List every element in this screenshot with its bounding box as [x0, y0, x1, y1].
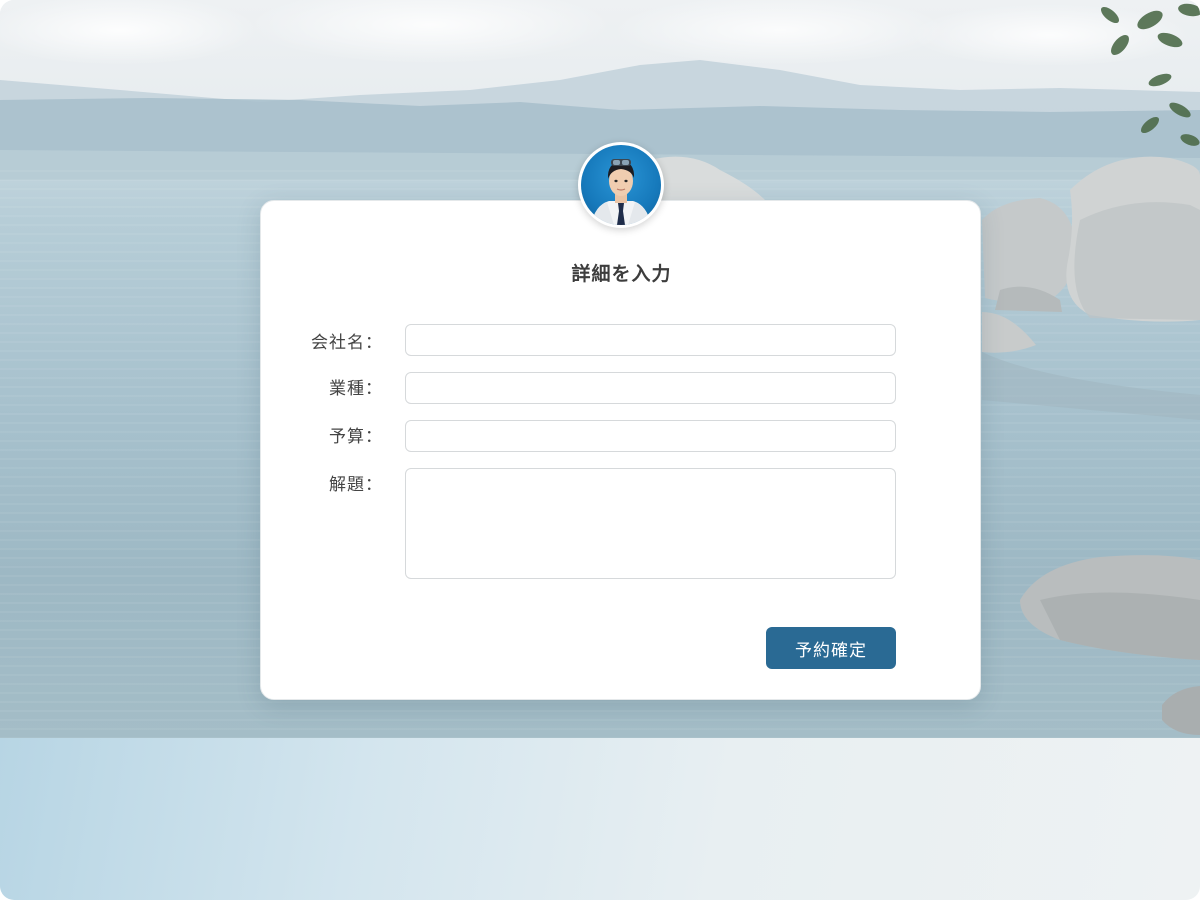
avatar [578, 142, 664, 228]
industry-input[interactable] [405, 372, 896, 404]
details-form-card: 詳細を入力 会社名： 業種： 予算： 解題： 予約確定 [260, 200, 981, 700]
person-avatar-icon [581, 145, 661, 225]
budget-label: 予算： [329, 427, 383, 447]
form-title: 詳細を入力 [571, 263, 672, 285]
company-name-label: 会社名： [311, 333, 383, 353]
company-name-input[interactable] [405, 324, 896, 356]
bottom-gradient-band [0, 738, 1200, 900]
issue-label: 解題： [329, 475, 383, 495]
confirm-booking-button[interactable]: 予約確定 [766, 627, 896, 669]
issue-textarea[interactable] [405, 468, 896, 579]
page: 詳細を入力 会社名： 業種： 予算： 解題： 予約確定 [0, 0, 1200, 900]
industry-label: 業種： [329, 379, 383, 399]
budget-input[interactable] [405, 420, 896, 452]
